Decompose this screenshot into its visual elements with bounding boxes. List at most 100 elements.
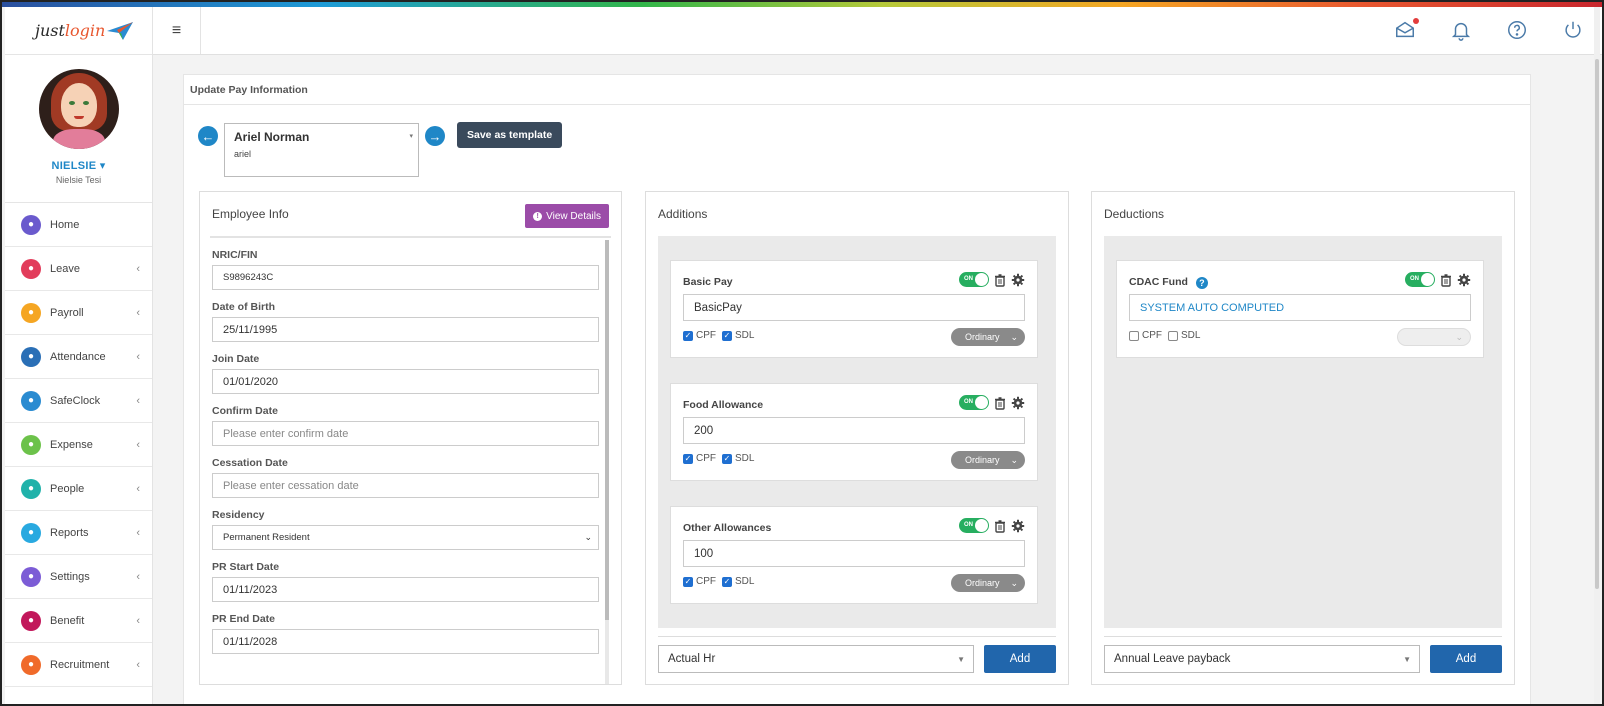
prev-employee-button[interactable]: ←: [198, 126, 218, 146]
nric-fin-field[interactable]: S9896243C: [212, 265, 599, 290]
pr-end-date-label: PR End Date: [212, 613, 276, 625]
sidebar-item-benefit[interactable]: ● Benefit ‹: [5, 599, 152, 643]
add-addition-button[interactable]: Add: [984, 645, 1056, 673]
sidebar-item-settings[interactable]: ● Settings ‹: [5, 555, 152, 599]
sidebar-item-label: Settings: [50, 570, 90, 583]
next-employee-button[interactable]: →: [425, 126, 445, 146]
gear-icon[interactable]: [1011, 519, 1025, 533]
pay-item: Other Allowances ON 100 ✓ CPF ✓ SDL Ordinary ⌄: [670, 506, 1038, 604]
join-date-label: Join Date: [212, 353, 260, 365]
sidebar-item-attendance[interactable]: ● Attendance ‹: [5, 335, 152, 379]
pay-item-amount-input[interactable]: BasicPay: [683, 294, 1025, 321]
date-of-birth-field[interactable]: 25/11/1995: [212, 317, 599, 342]
wage-type-select[interactable]: Ordinary ⌄: [951, 328, 1025, 346]
trash-icon[interactable]: [993, 273, 1007, 287]
date-of-birth-label: Date of Birth: [212, 301, 275, 313]
pay-item-name: CDAC Fund?: [1129, 276, 1208, 289]
people-icon: ●: [21, 478, 41, 499]
sidebar-item-payroll[interactable]: ● Payroll ‹: [5, 291, 152, 335]
enable-toggle[interactable]: ON: [959, 272, 989, 287]
pr-start-date-field[interactable]: 01/11/2023: [212, 577, 599, 602]
pay-item-amount-input[interactable]: 100: [683, 540, 1025, 567]
bell-icon[interactable]: [1450, 19, 1472, 41]
enable-toggle[interactable]: ON: [1405, 272, 1435, 287]
trash-icon[interactable]: [993, 396, 1007, 410]
trash-icon[interactable]: [1439, 273, 1453, 287]
gear-icon[interactable]: [1011, 396, 1025, 410]
wage-type-select[interactable]: ⌄: [1397, 328, 1471, 346]
help-icon[interactable]: ?: [1195, 277, 1208, 289]
sidebar-item-label: Reports: [50, 526, 89, 539]
add-deduction-button[interactable]: Add: [1430, 645, 1502, 673]
chevron-left-icon: ‹: [136, 394, 140, 407]
update-pay-panel: Update Pay Information ← Ariel Norman ar…: [183, 74, 1531, 704]
pr-start-date-label: PR Start Date: [212, 561, 280, 573]
logo[interactable]: justlogin: [5, 7, 152, 55]
pay-item-name: Basic Pay: [683, 276, 733, 288]
deduction-type-select[interactable]: Annual Leave payback ▼: [1104, 645, 1420, 673]
gear-icon[interactable]: [1457, 273, 1471, 287]
sidebar-item-safeclock[interactable]: ● SafeClock ‹: [5, 379, 152, 423]
employee-username: ariel: [234, 149, 252, 159]
pay-item: Basic Pay ON BasicPay ✓ CPF ✓ SDL Ordinary ⌄: [670, 260, 1038, 358]
cpf-checkbox[interactable]: ✓: [683, 576, 693, 587]
residency-field[interactable]: Permanent Resident ⌄: [212, 525, 599, 550]
addition-type-select[interactable]: Actual Hr ▼: [658, 645, 974, 673]
page-title: Update Pay Information: [184, 75, 1530, 105]
cpf-checkbox[interactable]: [1129, 330, 1139, 341]
chevron-down-icon: ▾: [409, 133, 413, 140]
pay-item-amount-input[interactable]: SYSTEM AUTO COMPUTED: [1129, 294, 1471, 321]
employee-select[interactable]: Ariel Norman ariel ▾: [224, 123, 419, 177]
pay-item: Food Allowance ON 200 ✓ CPF ✓ SDL Ordinary ⌄: [670, 383, 1038, 481]
sidebar-item-expense[interactable]: ● Expense ‹: [5, 423, 152, 467]
employee-name: Ariel Norman: [234, 130, 310, 144]
username-dropdown[interactable]: NIELSIE ▾: [5, 159, 152, 172]
confirm-date-field[interactable]: Please enter confirm date: [212, 421, 599, 446]
cpf-checkbox[interactable]: ✓: [683, 330, 693, 341]
sidebar-item-people[interactable]: ● People ‹: [5, 467, 152, 511]
wage-type-select[interactable]: Ordinary ⌄: [951, 574, 1025, 592]
cpf-label: CPF: [696, 576, 716, 587]
sidebar-item-label: Benefit: [50, 614, 85, 627]
pr-end-date-field[interactable]: 01/11/2028: [212, 629, 599, 654]
hamburger-menu-button[interactable]: ≡: [153, 7, 201, 54]
scrollbar[interactable]: [605, 240, 609, 684]
sdl-checkbox[interactable]: ✓: [722, 576, 732, 587]
sdl-checkbox[interactable]: ✓: [722, 330, 732, 341]
cpf-checkbox[interactable]: ✓: [683, 453, 693, 464]
chevron-down-icon: ▼: [1403, 654, 1411, 664]
power-icon[interactable]: [1562, 19, 1584, 41]
sidebar: justlogin NIELSIE ▾ Nielsie Tesi ● Home ● L…: [5, 7, 153, 704]
sdl-checkbox[interactable]: [1168, 330, 1178, 341]
sidebar-item-label: Recruitment: [50, 658, 110, 671]
sidebar-item-home[interactable]: ● Home: [5, 203, 152, 247]
sidebar-item-label: Home: [50, 218, 80, 231]
cessation-date-field[interactable]: Please enter cessation date: [212, 473, 599, 498]
chevron-down-icon: ⌄: [1010, 577, 1018, 588]
enable-toggle[interactable]: ON: [959, 518, 989, 533]
view-details-button[interactable]: ! View Details: [525, 204, 609, 228]
help-icon[interactable]: [1506, 19, 1528, 41]
page-scrollbar[interactable]: [1594, 7, 1600, 704]
app-window: justlogin NIELSIE ▾ Nielsie Tesi ● Home ● L…: [0, 0, 1604, 706]
sdl-checkbox[interactable]: ✓: [722, 453, 732, 464]
join-date-field[interactable]: 01/01/2020: [212, 369, 599, 394]
sidebar-item-label: People: [50, 482, 85, 495]
save-as-template-button[interactable]: Save as template: [457, 122, 563, 148]
trash-icon[interactable]: [993, 519, 1007, 533]
wage-type-select[interactable]: Ordinary ⌄: [951, 451, 1025, 469]
inbox-icon[interactable]: [1394, 18, 1419, 41]
clock-icon: ●: [21, 346, 41, 367]
sidebar-item-leave[interactable]: ● Leave ‹: [5, 247, 152, 291]
employee-info-form: NRIC/FIN S9896243C Date of Birth 25/11/1995…: [212, 244, 599, 684]
sidebar-item-label: SafeClock: [50, 394, 101, 407]
chevron-left-icon: ‹: [136, 306, 140, 319]
avatar[interactable]: [38, 69, 119, 149]
chevron-down-icon: ⌄: [1010, 331, 1018, 342]
sidebar-item-recruitment[interactable]: ● Recruitment ‹: [5, 643, 152, 687]
pay-item-amount-input[interactable]: 200: [683, 417, 1025, 444]
gear-icon[interactable]: [1011, 273, 1025, 287]
sidebar-item-reports[interactable]: ● Reports ‹: [5, 511, 152, 555]
logo-text: justlogin: [35, 21, 106, 40]
enable-toggle[interactable]: ON: [959, 395, 989, 410]
